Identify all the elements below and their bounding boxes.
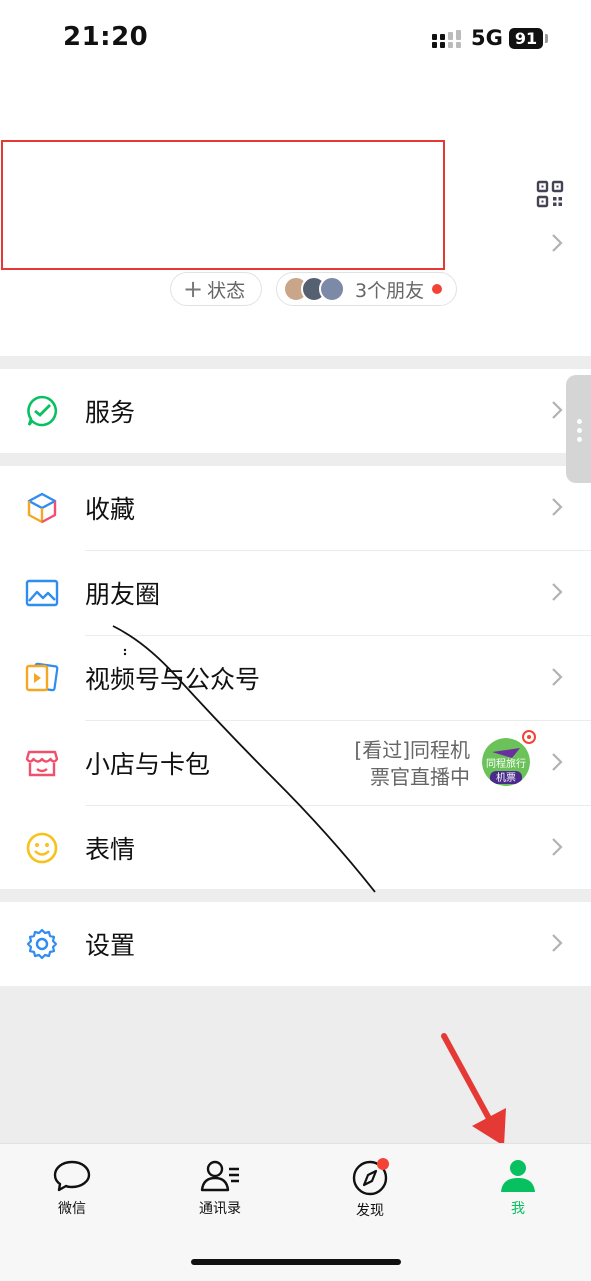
menu-label: 朋友圈 (85, 580, 161, 609)
chevron-right-icon[interactable] (550, 232, 564, 254)
status-time: 21:20 (63, 22, 149, 52)
tab-label: 微信 (58, 1201, 86, 1217)
live-indicator-dot (522, 730, 536, 744)
channels-play-icon (25, 662, 59, 692)
menu-item-favorites[interactable]: 收藏 (0, 466, 591, 550)
network-type: 5G (471, 26, 503, 50)
chevron-right-icon (552, 753, 563, 771)
gear-icon (26, 928, 58, 960)
friends-count-label: 3个朋友 (355, 279, 425, 302)
status-bar: 21:20 5G 91 (0, 0, 591, 80)
moments-image-icon (25, 579, 59, 607)
compass-icon (352, 1158, 389, 1196)
red-arrow-annotation (441, 1033, 506, 1146)
chevron-right-icon (552, 838, 563, 856)
service-card: 服务 (0, 369, 591, 453)
hand-drawn-stroke (112, 625, 376, 893)
tab-label: 发现 (356, 1203, 384, 1219)
smile-icon (26, 832, 58, 864)
tab-me[interactable]: 我 (468, 1158, 568, 1218)
friends-status-button[interactable]: 3个朋友 (276, 272, 457, 306)
menu-item-settings[interactable]: 设置 (0, 902, 591, 986)
battery-cap (545, 34, 548, 43)
signal-icon (432, 30, 461, 48)
qr-code-icon[interactable] (536, 180, 564, 208)
add-status-button[interactable]: + 状态 (170, 272, 262, 306)
battery-level: 91 (509, 28, 543, 49)
tab-discover[interactable]: 发现 (320, 1158, 420, 1220)
home-indicator (191, 1259, 401, 1265)
favorites-cube-icon (27, 492, 57, 524)
menu-label: 设置 (85, 931, 136, 960)
chat-bubble-icon (53, 1160, 91, 1192)
service-check-icon (27, 395, 58, 427)
menu-label: 收藏 (85, 495, 136, 524)
chevron-right-icon (552, 583, 563, 601)
chevron-right-icon (552, 401, 563, 419)
contacts-icon (200, 1160, 239, 1192)
shop-icon (25, 750, 59, 777)
handle-dot (577, 437, 582, 442)
chevron-right-icon (552, 934, 563, 952)
status-label: 状态 (207, 279, 246, 302)
tab-label: 通讯录 (199, 1201, 241, 1217)
tab-contacts[interactable]: 通讯录 (170, 1158, 270, 1218)
chevron-right-icon (552, 668, 563, 686)
redaction-annotation-box (1, 140, 445, 270)
friend-avatar (319, 276, 345, 302)
floating-side-handle[interactable] (566, 375, 591, 483)
handle-dot (577, 419, 582, 424)
tab-chats[interactable]: 微信 (22, 1158, 122, 1218)
shop-live-thumbnail[interactable]: 同程旅行 机票 (482, 738, 530, 786)
unread-dot (432, 284, 443, 294)
plus-icon: + (183, 275, 204, 303)
shop-badge-top: 同程旅行 (486, 757, 526, 770)
handle-dot (577, 428, 582, 433)
shop-badge-bottom: 机票 (496, 771, 516, 784)
person-icon (501, 1160, 535, 1192)
menu-label: 服务 (85, 398, 136, 427)
settings-card: 设置 (0, 902, 591, 986)
chevron-right-icon (552, 498, 563, 516)
tab-label: 我 (511, 1201, 525, 1217)
menu-item-service[interactable]: 服务 (0, 369, 591, 453)
